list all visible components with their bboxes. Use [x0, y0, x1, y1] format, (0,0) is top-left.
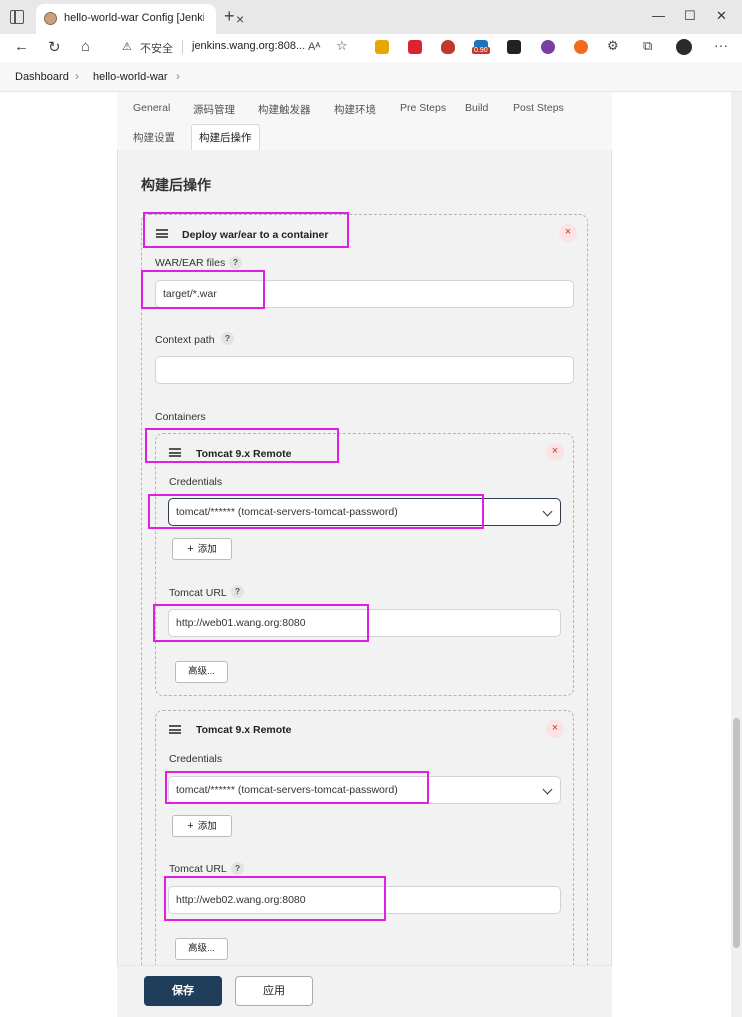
tab-build-settings[interactable]: 构建设置 — [133, 130, 175, 145]
containers-label: Containers — [155, 411, 206, 423]
tab-actions-icon[interactable] — [10, 10, 24, 24]
insecure-label[interactable]: 不安全 — [140, 40, 173, 56]
annotation-highlight — [164, 876, 386, 921]
annotation-highlight — [141, 270, 265, 309]
container-block — [155, 710, 574, 974]
favorite-add-icon[interactable]: ☆ — [336, 38, 348, 54]
jenkins-favicon-icon — [44, 12, 57, 25]
breadcrumb-chevron-icon[interactable]: › — [176, 69, 180, 83]
tab-build-triggers[interactable]: 构建触发器 — [258, 102, 311, 117]
tab-build-env[interactable]: 构建环境 — [334, 102, 376, 117]
annotation-highlight — [145, 428, 339, 463]
breadcrumb-job[interactable]: hello-world-war — [93, 71, 168, 83]
context-path-label: Context path — [155, 334, 215, 346]
war-files-help-icon[interactable]: ? — [229, 256, 242, 269]
window-close-icon[interactable]: ✕ — [716, 8, 727, 24]
annotation-highlight — [148, 494, 484, 529]
delete-container-close-icon[interactable]: × — [546, 443, 564, 461]
extension-icon[interactable] — [408, 40, 422, 54]
add-button-label: 添加 — [197, 544, 217, 555]
tomcat-url-help-icon[interactable]: ? — [231, 862, 244, 875]
extension-icon[interactable] — [375, 40, 389, 54]
extensions-puzzle-icon[interactable]: ⚙ — [607, 38, 619, 54]
extension-icon[interactable] — [507, 40, 521, 54]
add-credentials-button[interactable]: + 添加 — [172, 815, 232, 837]
section-title: 构建后操作 — [141, 177, 211, 193]
annotation-highlight — [165, 771, 429, 804]
tomcat-url-help-icon[interactable]: ? — [231, 585, 244, 598]
add-credentials-button[interactable]: + 添加 — [172, 538, 232, 560]
shield-extension-icon[interactable] — [441, 40, 455, 54]
annotation-highlight — [143, 212, 349, 248]
address-bar: ← ↻ ⌂ ⚠ 不安全 jenkins.wang.org:808... Aᴬ ☆… — [0, 34, 742, 62]
apply-button[interactable]: 应用 — [235, 976, 313, 1006]
annotation-highlight — [153, 604, 369, 642]
war-files-label: WAR/EAR files — [155, 257, 226, 269]
tab-post-build-actions[interactable]: 构建后操作 — [191, 124, 260, 150]
chevron-down-icon — [542, 506, 553, 517]
tomcat-url-label: Tomcat URL — [169, 863, 227, 875]
tomcat-url-label: Tomcat URL — [169, 587, 227, 599]
container-block — [155, 433, 574, 696]
collections-icon[interactable]: ⧉ — [643, 38, 652, 54]
tab-pre-steps[interactable]: Pre Steps — [400, 102, 446, 114]
new-tab-icon[interactable]: + — [224, 6, 235, 27]
maximize-icon[interactable]: ☐ — [684, 8, 696, 24]
tab-build[interactable]: Build — [465, 102, 488, 114]
credentials-label: Credentials — [169, 476, 223, 488]
address-separator — [182, 40, 183, 54]
back-icon[interactable]: ← — [14, 38, 29, 55]
chevron-down-icon — [542, 784, 553, 795]
plus-icon: + — [187, 820, 194, 832]
context-path-input[interactable] — [155, 356, 574, 384]
tab-close-icon[interactable]: × — [236, 11, 244, 27]
more-menu-icon[interactable]: ··· — [714, 37, 728, 53]
tab-post-steps[interactable]: Post Steps — [513, 102, 564, 114]
advanced-button[interactable]: 高级... — [175, 661, 228, 683]
context-path-help-icon[interactable]: ? — [221, 332, 234, 345]
breadcrumb: Dashboard › hello-world-war › — [0, 62, 742, 92]
advanced-button[interactable]: 高级... — [175, 938, 228, 960]
scrollbar-thumb[interactable] — [733, 718, 740, 948]
warning-icon[interactable]: ⚠ — [122, 40, 132, 53]
container-title: Tomcat 9.x Remote — [196, 724, 292, 736]
delete-container-close-icon[interactable]: × — [546, 720, 564, 738]
home-icon[interactable]: ⌂ — [81, 38, 90, 55]
add-button-label: 添加 — [197, 821, 217, 832]
config-tabs: General 源码管理 构建触发器 构建环境 Pre Steps Build … — [117, 92, 612, 150]
credentials-label: Credentials — [169, 753, 223, 765]
tab-title: hello-world-war Config [Jenkins] — [64, 12, 204, 24]
plus-icon: + — [187, 543, 194, 555]
browser-tabbar: hello-world-war Config [Jenkins] × + — ☐… — [0, 0, 742, 34]
url-field[interactable]: jenkins.wang.org:808... — [192, 40, 305, 52]
save-button[interactable]: 保存 — [144, 976, 222, 1006]
browser-tab[interactable]: hello-world-war Config [Jenkins] × — [36, 4, 244, 34]
extension-badge: 0.90 — [472, 47, 490, 54]
tab-scm[interactable]: 源码管理 — [193, 102, 235, 117]
breadcrumb-dashboard[interactable]: Dashboard — [15, 71, 69, 83]
drag-handle-icon[interactable] — [169, 725, 181, 734]
read-aloud-icon[interactable]: Aᴬ — [308, 41, 320, 53]
extension-icon[interactable] — [541, 40, 555, 54]
breadcrumb-chevron-icon[interactable]: › — [75, 69, 79, 83]
profile-avatar[interactable] — [676, 39, 692, 55]
refresh-icon[interactable]: ↻ — [48, 38, 61, 56]
tab-general[interactable]: General — [133, 102, 170, 114]
delete-deploy-close-icon[interactable]: × — [559, 224, 577, 242]
extension-icon[interactable] — [574, 40, 588, 54]
minimize-icon[interactable]: — — [652, 8, 665, 23]
